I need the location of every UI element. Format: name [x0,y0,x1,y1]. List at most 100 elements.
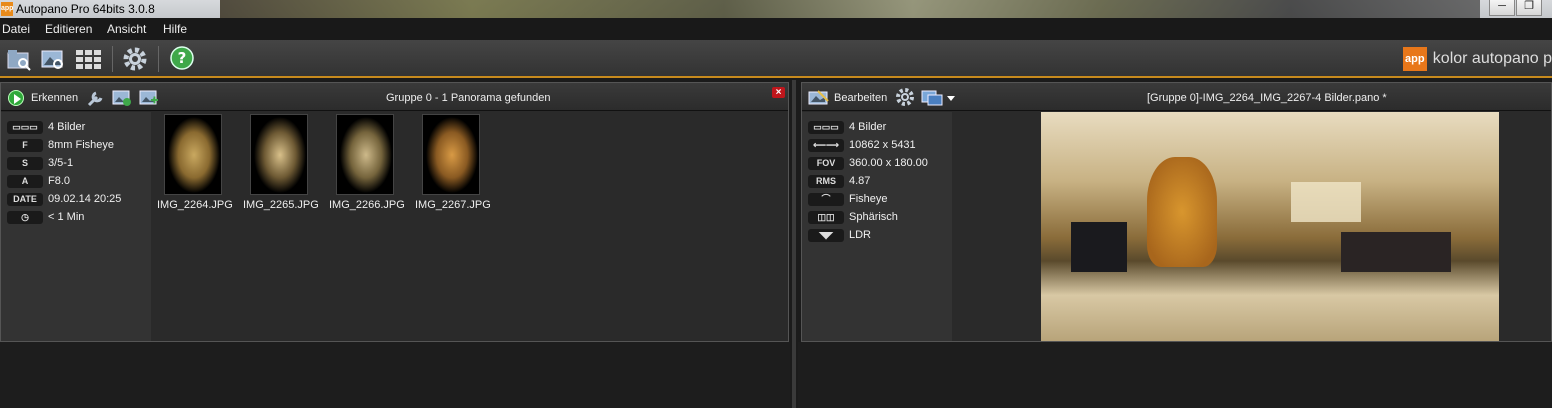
clock-icon: ◷ [7,210,43,224]
info-value: 10862 x 5431 [849,139,916,151]
lens-icon: ⌒ [808,192,844,206]
edit-label[interactable]: Bearbeiten [834,92,887,104]
detection-panel: Erkennen Gruppe 0 - 1 Panorama gefunden … [0,82,789,342]
folder-search-icon [7,50,31,71]
panorama-info-sidebar: ▭▭▭ 4 Bilder ⟵⟶ 10862 x 5431 FOV 360.00 x 1… [802,112,952,341]
info-value: Sphärisch [849,211,898,223]
import-images-button[interactable] [38,45,68,73]
main-toolbar: ? app kolor autopano p [0,40,1552,78]
menu-datei[interactable]: Datei [2,22,30,36]
detection-panel-header: Erkennen Gruppe 0 - 1 Panorama gefunden … [1,83,788,111]
info-row-size: ⟵⟶ 10862 x 5431 [808,137,916,153]
panorama-panel-header: Bearbeiten [Gruppe 0]-IMG_2264_IMG_2267-… [802,83,1551,111]
add-image-button[interactable] [139,89,159,107]
info-row-projection: ◫◫ Sphärisch [808,209,898,225]
info-row-shutter: S 3/5-1 [7,155,73,171]
info-value: 3/5-1 [48,157,74,169]
image-search-icon [41,50,63,69]
fov-icon: FOV [808,156,844,170]
info-row-focal: F 8mm Fisheye [7,137,114,153]
render-dropdown-button[interactable] [921,89,957,107]
help-button[interactable]: ? [168,45,198,73]
info-row-duration: ◷ < 1 Min [7,209,84,225]
panel-splitter[interactable] [792,80,796,408]
info-row-rms: RMS 4.87 [808,173,870,189]
info-value: Fisheye [849,193,888,205]
autopano-logo: app [1402,47,1427,71]
image-edit-icon [808,90,829,105]
menu-bar: Datei Editieren Ansicht Hilfe [0,18,1552,40]
projection-icon: ◫◫ [808,210,844,224]
preview-area [952,112,1551,341]
info-value: 360.00 x 180.00 [849,157,928,169]
date-icon: DATE [7,192,43,206]
detect-label[interactable]: Erkennen [31,92,78,104]
render-settings-button[interactable] [895,87,915,107]
close-group-button[interactable]: × [772,87,785,98]
aperture-icon: A [7,174,43,188]
images-count-icon: ▭▭▭ [808,120,844,134]
panorama-preview[interactable] [1041,112,1499,341]
group-status-title: Gruppe 0 - 1 Panorama gefunden [386,92,551,104]
menu-ansicht[interactable]: Ansicht [107,22,146,36]
help-icon: ? [170,46,194,70]
shutter-icon: S [7,156,43,170]
maximize-button[interactable]: ❐ [1516,0,1542,16]
image-filename: IMG_2267.JPG [415,199,491,211]
settings-button[interactable] [120,45,150,73]
info-row-lens: ⌒ Fisheye [808,191,888,207]
panorama-panel: Bearbeiten [Gruppe 0]-IMG_2264_IMG_2267-… [801,82,1552,342]
info-row-dynamic-range: ◥◤ LDR [808,227,871,243]
open-folder-button[interactable] [4,45,34,73]
info-row-date: DATE 09.02.14 20:25 [7,191,121,207]
menu-hilfe[interactable]: Hilfe [163,22,187,36]
wrench-icon [87,91,103,107]
detect-play-button[interactable] [8,90,24,106]
wrench-button[interactable] [85,88,105,108]
render-icon [921,90,955,106]
preview-counter [1341,232,1451,272]
menu-editieren[interactable]: Editieren [45,22,92,36]
preview-door [1147,157,1217,267]
right-bottom-area [798,342,1552,408]
info-row-fov: FOV 360.00 x 180.00 [808,155,928,171]
image-thumbnail[interactable] [250,114,308,195]
info-row-images: ▭▭▭ 4 Bilder [7,119,85,135]
ldr-icon: ◥◤ [808,228,844,242]
info-row-aperture: A F8.0 [7,173,70,189]
title-bar-background [220,0,1480,18]
image-filename: IMG_2264.JPG [157,199,233,211]
panorama-filename-title: [Gruppe 0]-IMG_2264_IMG_2267-4 Bilder.pa… [1147,92,1387,104]
info-value: 8mm Fisheye [48,139,115,151]
minimize-button[interactable]: ─ [1489,0,1515,16]
grid-icon [76,50,101,69]
image-thumbnail[interactable] [336,114,394,195]
image-info-button[interactable] [112,89,132,107]
gear-icon [123,47,147,71]
svg-text:?: ? [178,49,187,67]
info-value: F8.0 [48,175,71,187]
play-icon [14,94,21,104]
edit-panorama-button[interactable] [808,89,830,107]
focal-icon: F [7,138,43,152]
image-filename: IMG_2266.JPG [329,199,405,211]
preview-window-left [1071,222,1127,272]
rms-icon: RMS [808,174,844,188]
app-icon: app [1,2,13,16]
brand-name: kolor autopano p [1432,50,1552,67]
images-count-icon: ▭▭▭ [7,120,43,134]
grid-view-button[interactable] [73,45,103,73]
image-thumbnail[interactable] [164,114,222,195]
image-info-icon [112,90,131,106]
window-title: Autopano Pro 64bits 3.0.8 [16,2,155,16]
brand: app kolor autopano p [1402,46,1552,72]
image-add-icon [139,90,158,105]
group-info-sidebar: ▭▭▭ 4 Bilder F 8mm Fisheye S 3/5-1 A F8.0 DA… [1,112,151,341]
info-value: < 1 Min [48,211,85,223]
image-thumbnail[interactable] [422,114,480,195]
info-value: 09.02.14 20:25 [48,193,122,205]
gear-icon [896,88,914,106]
title-bar: app Autopano Pro 64bits 3.0.8 ─ ❐ [0,0,1552,18]
info-value: 4.87 [849,175,871,187]
info-value: 4 Bilder [849,121,887,133]
